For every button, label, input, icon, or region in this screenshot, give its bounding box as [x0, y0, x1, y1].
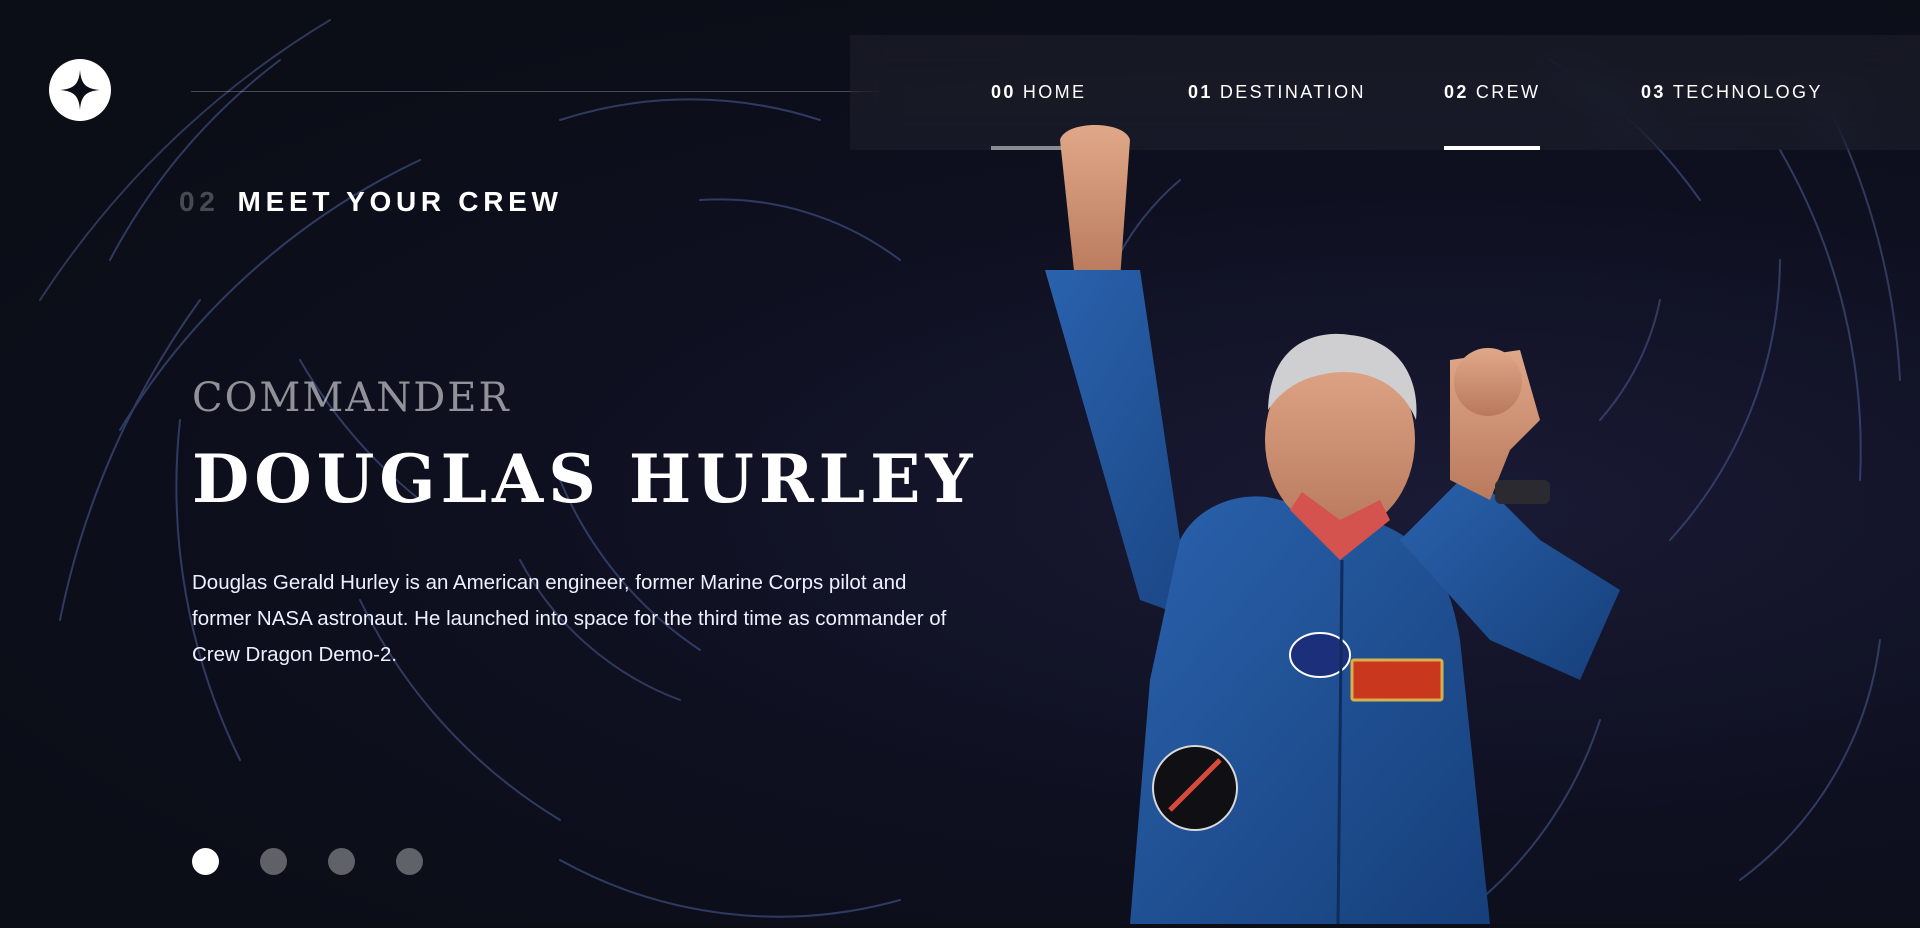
brand-logo[interactable]	[49, 59, 111, 121]
page-heading: 02 MEET YOUR CREW	[179, 186, 563, 218]
nav-item-number: 03	[1641, 82, 1666, 102]
nav-item-label: DESTINATION	[1219, 82, 1366, 102]
carousel-dot-2[interactable]	[260, 848, 287, 875]
astronaut-image	[1045, 125, 1620, 925]
nav-item-technology[interactable]: 03 TECHNOLOGY	[1641, 35, 1823, 150]
page-index: 02	[179, 186, 220, 217]
nav-item-number: 01	[1188, 82, 1213, 102]
crew-name: DOUGLAS HURLEY	[192, 440, 978, 518]
page-title: MEET YOUR CREW	[237, 186, 563, 217]
carousel-dot-3[interactable]	[328, 848, 355, 875]
crew-bio: Douglas Gerald Hurley is an American eng…	[192, 571, 947, 666]
nav-item-number: 00	[991, 82, 1016, 102]
star-logo-icon	[60, 70, 100, 110]
carousel-dot-4[interactable]	[396, 848, 423, 875]
nav-item-label: HOME	[1022, 82, 1087, 102]
crew-carousel-dots	[192, 848, 423, 875]
crew-role: COMMANDER	[192, 375, 511, 421]
nav-item-number: 02	[1444, 82, 1469, 102]
crew-photo	[1020, 120, 1660, 925]
nav-item-label: CREW	[1475, 82, 1541, 102]
header-divider	[191, 91, 881, 92]
nav-item-label: TECHNOLOGY	[1672, 82, 1823, 102]
carousel-dot-1[interactable]	[192, 848, 219, 875]
